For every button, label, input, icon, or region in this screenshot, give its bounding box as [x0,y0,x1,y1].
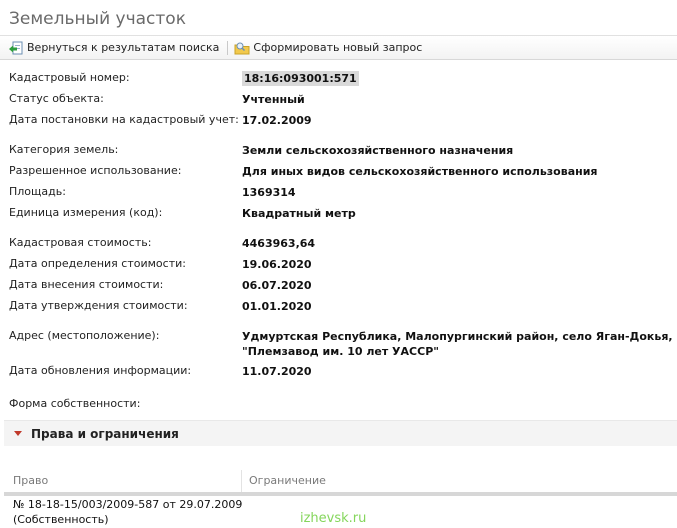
field-value: 17.02.2009 [242,114,312,127]
field-label: Разрешенное использование: [9,164,182,177]
field-value: 01.01.2020 [242,300,312,313]
field-label: Дата обновления информации: [9,364,192,377]
field-label: Дата постановки на кадастровый учет: [9,113,239,126]
column-header-right[interactable]: Право [13,474,48,487]
toolbar-divider [227,40,229,55]
field-label: Статус объекта: [9,92,104,105]
field-label: Форма собственности: [9,397,141,410]
field-label: Кадастровый номер: [9,71,130,84]
expand-caret-icon[interactable] [14,431,22,436]
toolbar: Вернуться к результатам поиска Сформиров… [0,36,677,60]
column-divider [241,470,242,492]
field-value: Учтенный [242,93,305,106]
address-line-2: "Племзавод им. 10 лет УАССР" [242,345,439,358]
field-value: 1369314 [242,186,296,199]
back-arrow-icon [8,40,24,56]
field-label: Дата утверждения стоимости: [9,299,188,312]
field-label: Кадастровая стоимость: [9,236,152,249]
field-value: 19.06.2020 [242,258,312,271]
back-to-results-button[interactable]: Вернуться к результатам поиска [8,40,219,56]
address-line-1: Удмуртская Республика, Малопургинский ра… [242,330,673,343]
new-query-button[interactable]: Сформировать новый запрос [234,40,422,56]
field-value: 06.07.2020 [242,279,312,292]
column-header-restriction[interactable]: Ограничение [249,474,326,487]
field-value: Квадратный метр [242,207,356,220]
new-query-label: Сформировать новый запрос [253,41,423,54]
folder-search-icon [234,40,250,56]
rights-section-title: Права и ограничения [31,426,179,441]
page-title: Земельный участок [0,0,677,36]
table-row[interactable]: № 18-18-15/003/2009-587 от 29.07.2009 (С… [13,497,242,527]
cadastral-number-value[interactable]: 18:16:093001:571 [242,71,359,86]
field-label: Дата определения стоимости: [9,257,186,270]
right-type: (Собственность) [13,513,109,526]
field-value: Для иных видов сельскохозяйственного исп… [242,165,598,178]
field-value: 11.07.2020 [242,365,312,378]
field-value: Земли сельскохозяйственного назначения [242,144,514,157]
field-label: Категория земель: [9,143,119,156]
field-label: Адрес (местоположение): [9,329,160,342]
back-to-results-label: Вернуться к результатам поиска [27,41,220,54]
rights-section-header[interactable]: Права и ограничения [4,420,677,446]
watermark: izhevsk.ru [300,511,367,526]
field-label: Единица измерения (код): [9,206,163,219]
field-label: Площадь: [9,185,66,198]
field-label: Дата внесения стоимости: [9,278,164,291]
right-registration: № 18-18-15/003/2009-587 от 29.07.2009 [13,498,243,511]
rights-table-header: Право Ограничение [4,470,677,496]
field-value: 4463963,64 [242,237,316,250]
